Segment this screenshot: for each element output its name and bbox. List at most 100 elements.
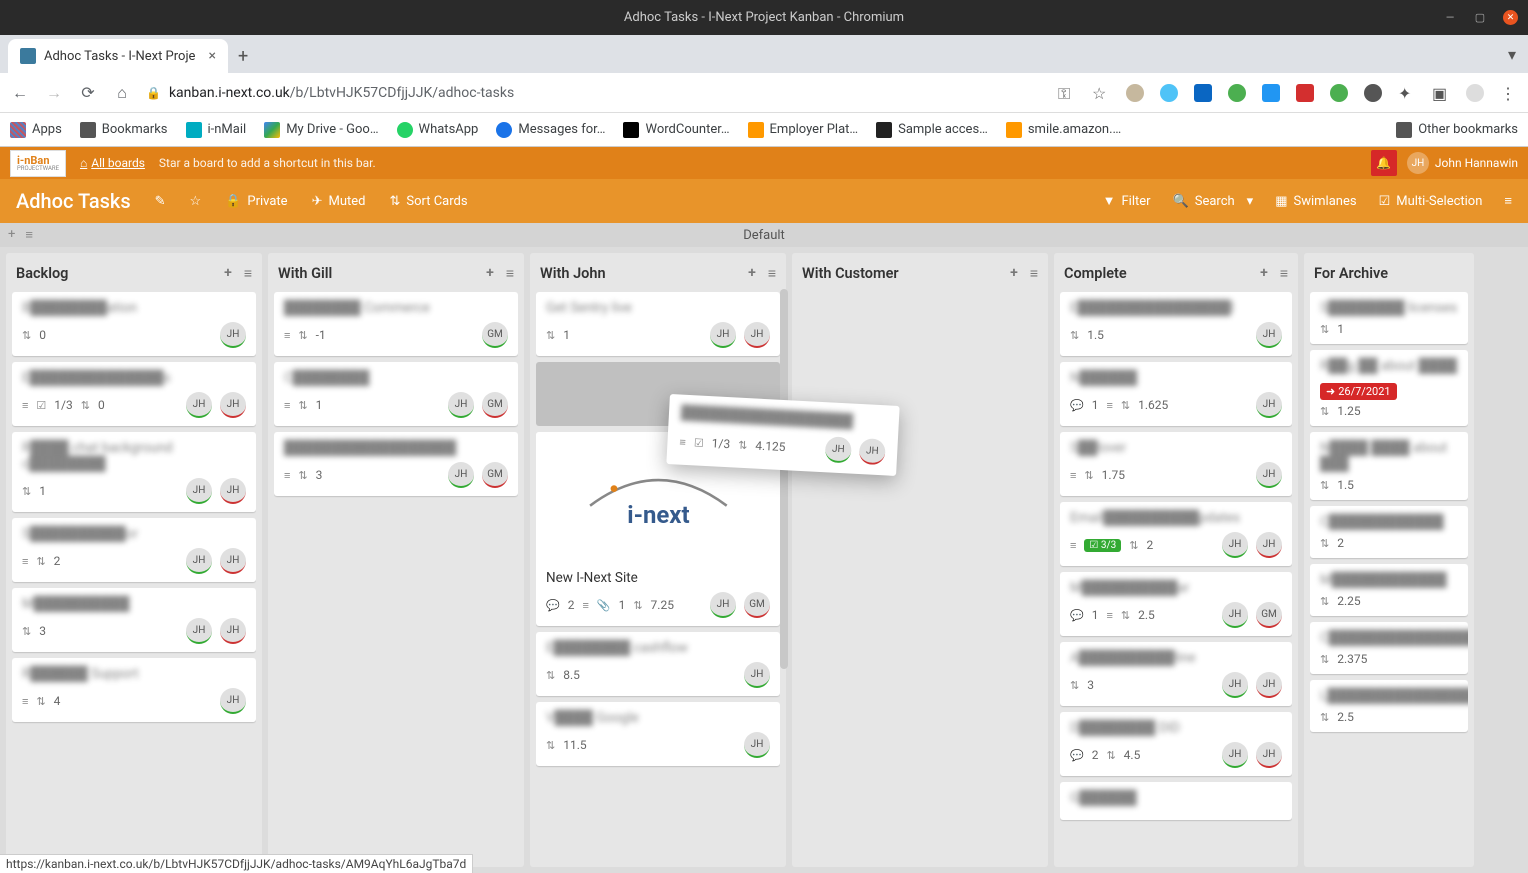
extensions-icon[interactable]: ✦: [1398, 84, 1416, 102]
bookmark-folder[interactable]: Bookmarks: [80, 122, 168, 138]
card[interactable]: E██████████████s≡☑1/3⇅0JHJH: [12, 362, 256, 426]
new-tab-button[interactable]: +: [238, 46, 248, 73]
home-button[interactable]: ⌂: [112, 83, 132, 103]
add-card-icon[interactable]: +: [486, 265, 494, 282]
ext-icon-2[interactable]: [1160, 84, 1178, 102]
card[interactable]: 👁Get Sentry live⇅1JHJH: [536, 292, 780, 356]
app-navbar: i-nBanPROJECTWARE ⌂All boards Star a boa…: [0, 147, 1528, 179]
bookmark-link[interactable]: Employer Plat…: [748, 122, 859, 138]
card[interactable]: E████████████████l⇅1.5JH: [1060, 292, 1292, 356]
bookmark-link[interactable]: WhatsApp: [397, 122, 479, 138]
card[interactable]: M██████████⇅3JHJH: [12, 588, 256, 652]
add-card-icon[interactable]: +: [748, 265, 756, 282]
add-card-icon[interactable]: +: [1260, 265, 1268, 282]
back-button[interactable]: ←: [10, 83, 30, 103]
ext-icon-8[interactable]: [1364, 84, 1382, 102]
bookmark-link[interactable]: WordCounter…: [623, 122, 729, 138]
card[interactable]: M██████████ar💬1≡⇅2.5JHGM: [1060, 572, 1292, 636]
due-date-badge: ➜ 26/7/2021: [1320, 383, 1397, 400]
tabstrip-menu-icon[interactable]: ▾: [1508, 45, 1516, 64]
card[interactable]: S██████████or≡⇅2JHJH: [12, 518, 256, 582]
bookmark-link[interactable]: i-nMail: [186, 122, 247, 138]
add-swimlane-icon[interactable]: +: [8, 227, 15, 243]
card[interactable]: ██████████████████≡⇅3JHGM: [274, 432, 518, 496]
browser-tab[interactable]: Adhoc Tasks - I-Next Proje ×: [8, 39, 228, 73]
reload-button[interactable]: ⟳: [78, 83, 98, 102]
all-boards-link[interactable]: ⌂All boards: [80, 156, 145, 170]
card[interactable]: E████████ cashflow⇅8.5JH: [536, 632, 780, 696]
card[interactable]: R██████ Support≡⇅4JH: [12, 658, 256, 722]
dragging-card[interactable]: ██████████████████ ≡☑1/3⇅4.125JHJH: [666, 394, 899, 476]
user-menu[interactable]: JH John Hannawin: [1407, 152, 1518, 174]
list-menu-icon[interactable]: ≡: [506, 265, 514, 282]
list-scrollbar[interactable]: [780, 289, 788, 669]
star-board-button[interactable]: ☆: [190, 194, 202, 209]
ext-icon-6[interactable]: [1296, 84, 1314, 102]
maximize-icon[interactable]: ▢: [1473, 10, 1487, 24]
other-bookmarks[interactable]: Other bookmarks: [1396, 122, 1518, 138]
card[interactable]: R████.chat background c████████⇅1JHJH: [12, 432, 256, 512]
card[interactable]: C████████████⇅2: [1310, 506, 1468, 558]
card[interactable]: S████████ licenses⇅1: [1310, 292, 1468, 344]
window-close-icon[interactable]: ✕: [1503, 10, 1518, 25]
kanban-board: Backlog+≡ B████████ation⇅0JH E██████████…: [0, 247, 1528, 873]
list-with-gill: With Gill+≡ ████████ Commerce≡⇅-1GM C███…: [268, 253, 524, 867]
minimize-icon[interactable]: —: [1443, 10, 1457, 24]
key-icon[interactable]: ⚿: [1058, 84, 1076, 102]
card[interactable]: V████ Google⇅11.5JH: [536, 702, 780, 766]
swimlanes-button[interactable]: ▦Swimlanes: [1275, 194, 1356, 209]
swimlane-menu-icon[interactable]: ≡: [25, 227, 33, 243]
card[interactable]: L████████████████⇅2.5: [1310, 680, 1468, 732]
window-title: Adhoc Tasks - I-Next Project Kanban - Ch…: [624, 10, 904, 25]
board-header: Adhoc Tasks ✎ ☆ 🔒Private ✈Muted ⇅Sort Ca…: [0, 179, 1528, 223]
bookmark-link[interactable]: smile.amazon.…: [1006, 122, 1121, 138]
app-logo[interactable]: i-nBanPROJECTWARE: [10, 150, 66, 177]
ext-icon-7[interactable]: [1330, 84, 1348, 102]
card[interactable]: C████████████████⇅2.375: [1310, 622, 1468, 674]
list-menu-icon[interactable]: ≡: [1280, 265, 1288, 282]
bookmark-link[interactable]: My Drive - Goo…: [264, 122, 378, 138]
list-menu-icon[interactable]: ≡: [1030, 265, 1038, 282]
ext-icon-linkedin[interactable]: [1194, 84, 1212, 102]
card[interactable]: R██g ██ about ████➜ 26/7/2021⇅1.25: [1310, 350, 1468, 426]
list-menu-icon[interactable]: ≡: [768, 265, 776, 282]
ext-icon-5[interactable]: [1262, 84, 1280, 102]
address-bar[interactable]: 🔒 kanban.i-next.co.uk/b/LbtvHJK57CDfjjJJ…: [146, 85, 1044, 101]
edit-title-button[interactable]: ✎: [155, 194, 166, 209]
cast-icon[interactable]: ▣: [1432, 84, 1450, 102]
bell-icon: 🔔: [1376, 156, 1391, 170]
chrome-menu-icon[interactable]: ⋮: [1500, 84, 1518, 102]
card[interactable]: D████████ DID💬2⇅4.5JHJH: [1060, 712, 1292, 776]
notifications-button[interactable]: 🔔: [1371, 150, 1397, 176]
card[interactable]: B████████ation⇅0JH: [12, 292, 256, 356]
svg-text:i-next: i-next: [627, 501, 689, 529]
list-menu-icon[interactable]: ≡: [244, 265, 252, 282]
card[interactable]: N████ ████ about ███⇅1.5: [1310, 432, 1468, 500]
ext-icon-1[interactable]: [1126, 84, 1144, 102]
card[interactable]: M████████████⇅2.25: [1310, 564, 1468, 616]
star-icon[interactable]: ☆: [1092, 84, 1110, 102]
muted-button[interactable]: ✈Muted: [312, 194, 366, 209]
privacy-button[interactable]: 🔒Private: [225, 194, 287, 209]
multiselect-button[interactable]: ☑Multi-Selection: [1379, 194, 1483, 209]
card[interactable]: C████████≡⇅1JHGM: [274, 362, 518, 426]
sort-cards-button[interactable]: ⇅Sort Cards: [389, 194, 467, 209]
profile-icon[interactable]: [1466, 84, 1484, 102]
card[interactable]: G██████: [1060, 782, 1292, 820]
card[interactable]: Email██████████pdates≡☑ 3/3⇅2JHJH: [1060, 502, 1292, 566]
card[interactable]: N██████💬1≡⇅1.625JH: [1060, 362, 1292, 426]
apps-button[interactable]: Apps: [10, 122, 62, 138]
add-card-icon[interactable]: +: [1010, 265, 1018, 282]
sort-icon: ⇅: [389, 194, 400, 209]
ext-icon-4[interactable]: [1228, 84, 1246, 102]
card[interactable]: A██████████line⇅3JHJH: [1060, 642, 1292, 706]
card[interactable]: ████████ Commerce≡⇅-1GM: [274, 292, 518, 356]
tab-close-icon[interactable]: ×: [209, 48, 216, 64]
bookmark-link[interactable]: Sample acces…: [876, 122, 988, 138]
card[interactable]: S██lover≡⇅1.75JH: [1060, 432, 1292, 496]
filter-button[interactable]: ▼Filter: [1103, 193, 1151, 209]
add-card-icon[interactable]: +: [224, 265, 232, 282]
search-button[interactable]: 🔍Search▾: [1173, 194, 1254, 209]
bookmark-link[interactable]: Messages for…: [496, 122, 605, 138]
board-menu-button[interactable]: ≡: [1504, 193, 1512, 209]
